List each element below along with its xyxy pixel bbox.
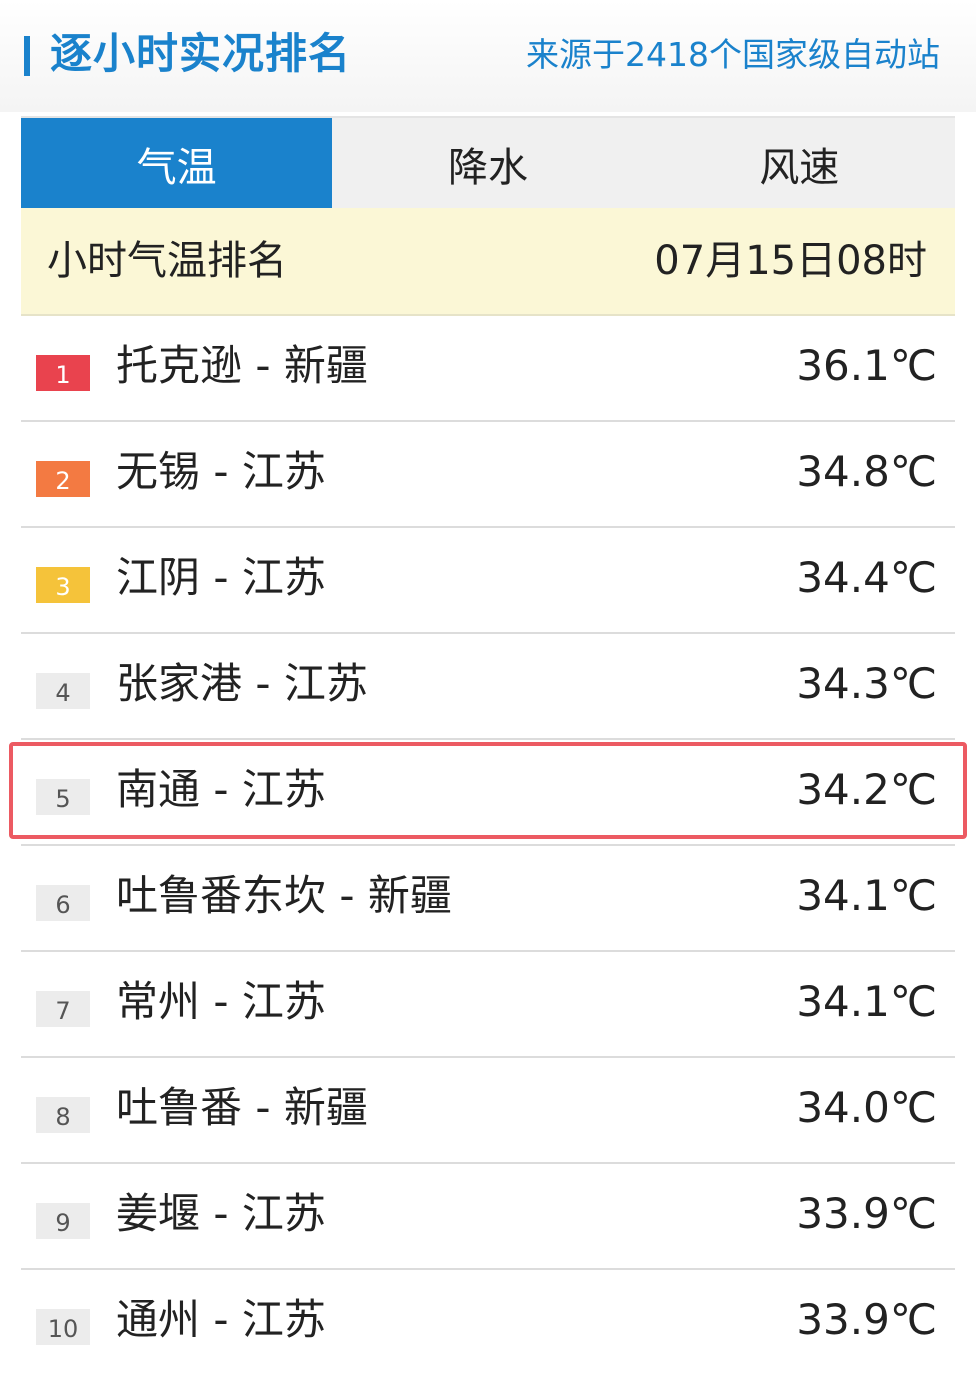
station-name: 通州 - 江苏	[116, 1295, 326, 1344]
station-name: 无锡 - 江苏	[116, 447, 326, 496]
station-name: 吐鲁番 - 新疆	[116, 1083, 368, 1132]
tab-temperature[interactable]: 气温	[21, 118, 333, 210]
ranking-subheader: 小时气温排名 07月15日08时	[21, 208, 955, 316]
data-source-label: 来源于2418个国家级自动站	[526, 35, 940, 74]
rank-badge: 1	[36, 355, 90, 391]
station-name: 吐鲁番东坎 - 新疆	[116, 871, 452, 920]
station-name: 托克逊 - 新疆	[116, 341, 368, 390]
tab-precipitation[interactable]: 降水	[332, 118, 643, 210]
list-item[interactable]: 1 托克逊 - 新疆 36.1℃	[21, 316, 955, 422]
rank-badge: 8	[36, 1097, 90, 1133]
temperature-value: 34.4℃	[796, 553, 937, 602]
list-item[interactable]: 6 吐鲁番东坎 - 新疆 34.1℃	[21, 846, 955, 952]
rank-badge: 4	[36, 673, 90, 709]
temperature-value: 34.1℃	[796, 977, 937, 1026]
rank-badge: 5	[36, 779, 90, 815]
temperature-value: 33.9℃	[796, 1189, 937, 1238]
tab-wind-speed[interactable]: 风速	[644, 118, 955, 210]
rank-badge: 6	[36, 885, 90, 921]
title-accent-bar	[24, 36, 30, 76]
rank-badge: 9	[36, 1203, 90, 1239]
list-item[interactable]: 2 无锡 - 江苏 34.8℃	[21, 422, 955, 528]
station-name: 常州 - 江苏	[116, 977, 326, 1026]
station-name: 南通 - 江苏	[116, 765, 326, 814]
temperature-value: 34.3℃	[796, 659, 937, 708]
list-item[interactable]: 8 吐鲁番 - 新疆 34.0℃	[21, 1058, 955, 1164]
rank-badge: 7	[36, 991, 90, 1027]
rank-badge: 2	[36, 461, 90, 497]
list-item[interactable]: 3 江阴 - 江苏 34.4℃	[21, 528, 955, 634]
list-item[interactable]: 9 姜堰 - 江苏 33.9℃	[21, 1164, 955, 1270]
metric-tabs: 气温 降水 风速	[21, 116, 955, 210]
temperature-value: 34.0℃	[796, 1083, 937, 1132]
temperature-value: 34.2℃	[796, 765, 937, 814]
list-item[interactable]: 4 张家港 - 江苏 34.3℃	[21, 634, 955, 740]
rank-badge: 10	[36, 1309, 90, 1345]
station-name: 张家港 - 江苏	[116, 659, 368, 708]
temperature-value: 34.8℃	[796, 447, 937, 496]
page-title: 逐小时实况排名	[50, 29, 352, 78]
page-header: 逐小时实况排名 来源于2418个国家级自动站	[0, 0, 976, 112]
list-item[interactable]: 7 常州 - 江苏 34.1℃	[21, 952, 955, 1058]
ranking-title: 小时气温排名	[47, 238, 287, 284]
temperature-value: 33.9℃	[796, 1295, 937, 1344]
temperature-value: 36.1℃	[796, 341, 937, 390]
station-name: 姜堰 - 江苏	[116, 1189, 326, 1238]
rank-badge: 3	[36, 567, 90, 603]
list-item[interactable]: 5 南通 - 江苏 34.2℃	[21, 740, 955, 846]
ranking-list: 1 托克逊 - 新疆 36.1℃ 2 无锡 - 江苏 34.8℃ 3 江阴 - …	[21, 316, 955, 1374]
ranking-timestamp: 07月15日08时	[654, 238, 927, 284]
temperature-value: 34.1℃	[796, 871, 937, 920]
station-name: 江阴 - 江苏	[116, 553, 326, 602]
list-item[interactable]: 10 通州 - 江苏 33.9℃	[21, 1270, 955, 1374]
